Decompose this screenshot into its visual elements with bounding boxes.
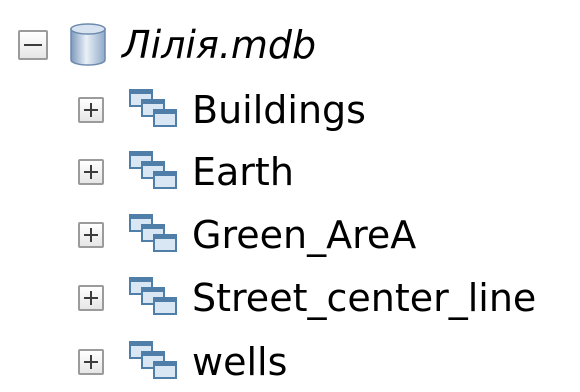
dataset-label: Buildings — [192, 88, 366, 132]
dataset-label: Green_AreA — [192, 213, 417, 257]
dataset-label: Earth — [192, 150, 294, 194]
tree-node-dataset[interactable]: Street_center_line — [78, 268, 536, 328]
feature-dataset-icon — [129, 277, 177, 315]
tree-node-dataset[interactable]: Buildings — [78, 80, 366, 140]
feature-dataset-icon — [129, 341, 177, 379]
tree-node-dataset[interactable]: wells — [78, 332, 287, 392]
dataset-label: Street_center_line — [192, 276, 537, 320]
expand-toggle-icon[interactable] — [78, 159, 104, 185]
feature-dataset-icon — [129, 89, 177, 127]
collapse-toggle-icon[interactable] — [18, 30, 48, 60]
feature-dataset-icon — [129, 151, 177, 189]
tree-node-dataset[interactable]: Green_AreA — [78, 205, 416, 265]
tree-node-dataset[interactable]: Earth — [78, 142, 294, 202]
expand-toggle-icon[interactable] — [78, 222, 104, 248]
dataset-label: wells — [192, 340, 288, 384]
feature-dataset-icon — [129, 214, 177, 252]
expand-toggle-icon[interactable] — [78, 97, 104, 123]
expand-toggle-icon[interactable] — [78, 285, 104, 311]
expand-toggle-icon[interactable] — [78, 349, 104, 375]
catalog-tree: Лілія.mdb Buildings Earth Green_AreA Str… — [0, 0, 580, 387]
database-cylinder-icon — [70, 23, 106, 66]
tree-node-database[interactable]: Лілія.mdb — [18, 15, 316, 75]
database-label: Лілія.mdb — [122, 23, 317, 67]
